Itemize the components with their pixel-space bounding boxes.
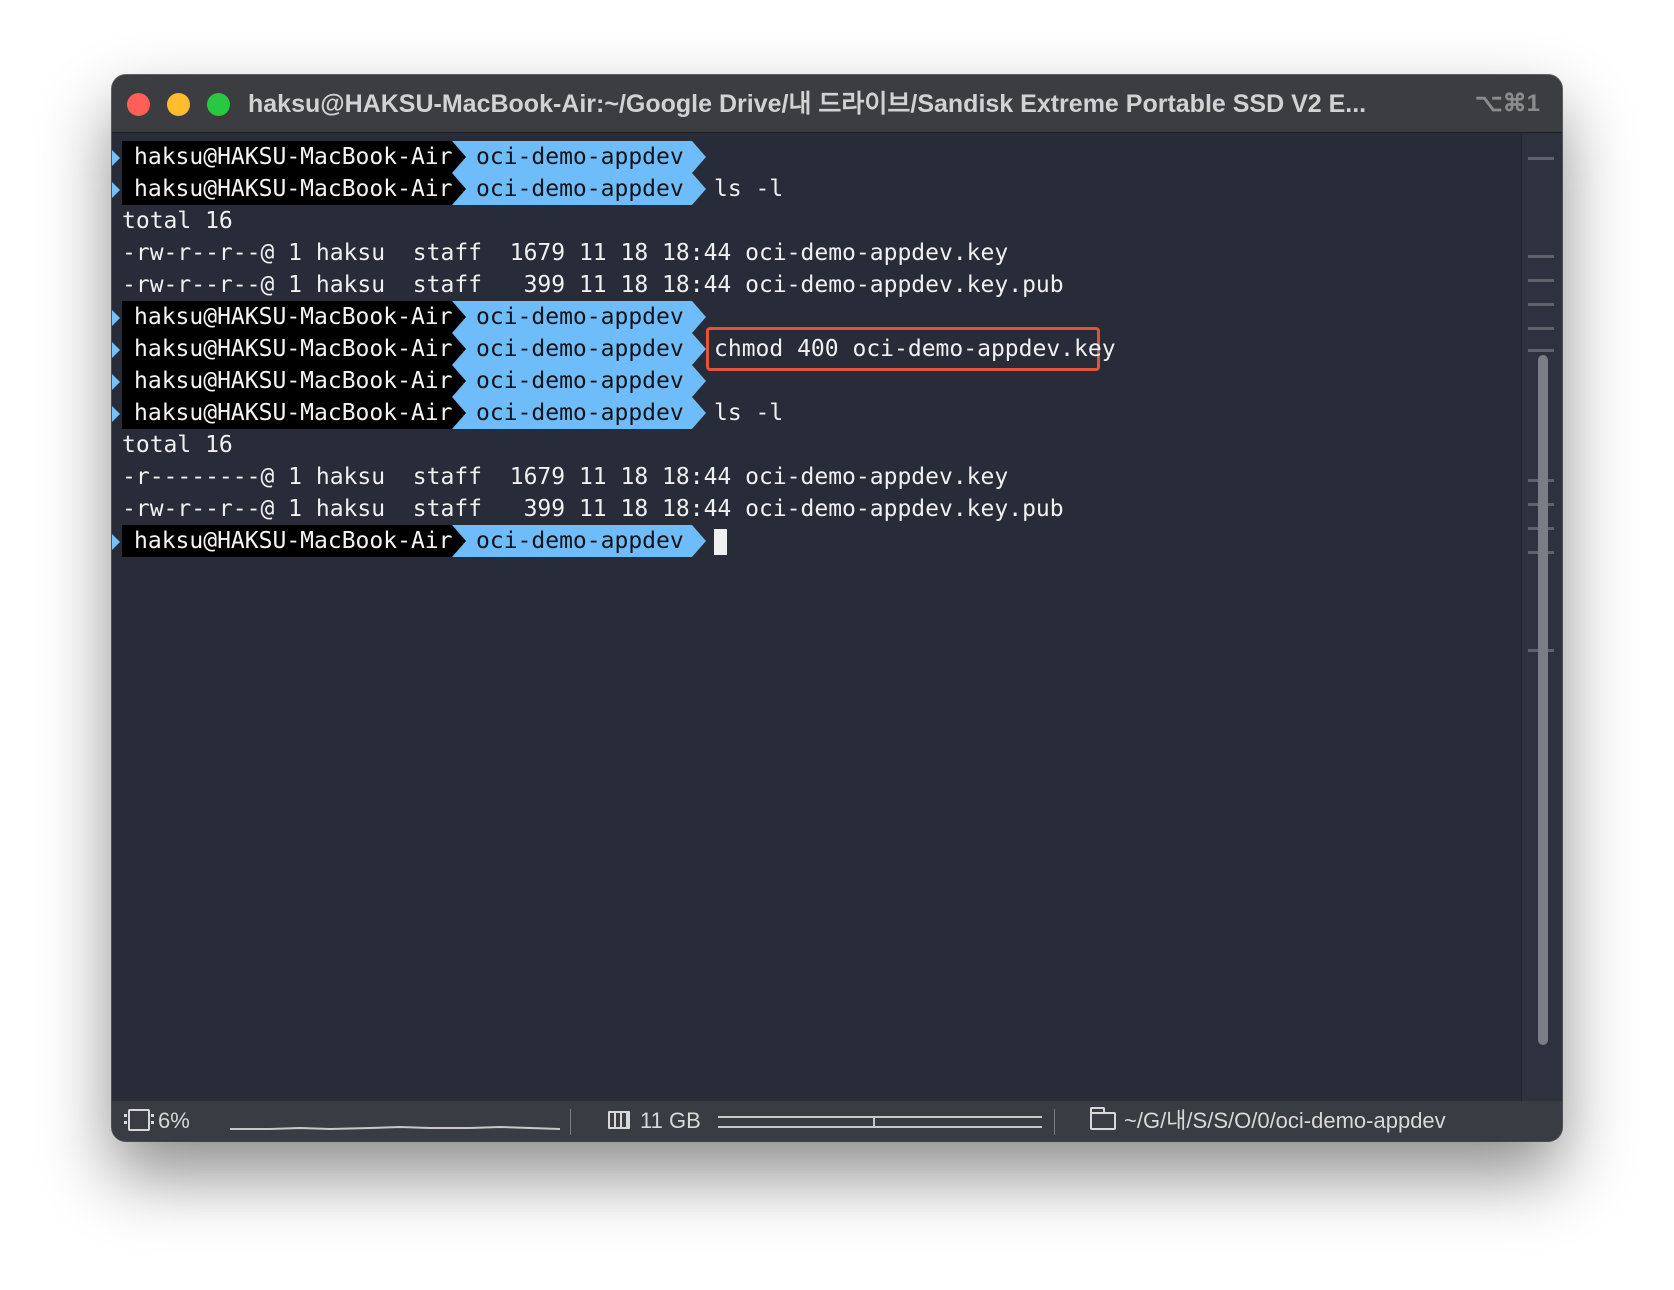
prompt-host: haksu@HAKSU-MacBook-Air — [122, 397, 453, 429]
prompt-separator — [452, 525, 466, 557]
prompt-arrow — [692, 365, 706, 397]
command-text: ls -l — [714, 400, 784, 426]
prompt-dir: oci-demo-appdev — [452, 173, 692, 205]
scroll-mark — [1528, 279, 1554, 282]
status-divider — [570, 1109, 571, 1135]
prompt-dir: oci-demo-appdev — [452, 333, 692, 365]
text-cursor[interactable] — [714, 529, 727, 555]
output-total: total 16 — [122, 432, 233, 458]
prompt-line: haksu@HAKSU-MacBook-Air oci-demo-appdev — [112, 525, 727, 557]
prompt-separator — [452, 301, 466, 333]
status-divider — [1054, 1109, 1055, 1135]
cpu-icon — [124, 1109, 154, 1131]
output-line: -r--------@ 1 haksu staff 1679 11 18 18:… — [112, 461, 1008, 493]
minimize-button[interactable] — [167, 93, 190, 116]
prompt-arrow — [692, 525, 706, 557]
output-line: -rw-r--r--@ 1 haksu staff 399 11 18 18:4… — [112, 269, 1064, 301]
prompt-dir: oci-demo-appdev — [452, 301, 692, 333]
scroll-mark — [1528, 327, 1554, 330]
prompt-caret-icon — [112, 150, 120, 166]
folder-icon — [1090, 1107, 1116, 1130]
output-file-entry: -rw-r--r--@ 1 haksu staff 399 11 18 18:4… — [122, 272, 1064, 298]
memory-gauge — [718, 1116, 1042, 1128]
prompt-dir: oci-demo-appdev — [452, 525, 692, 557]
output-total: total 16 — [122, 208, 233, 234]
prompt-host: haksu@HAKSU-MacBook-Air — [122, 301, 453, 333]
prompt-separator — [452, 141, 466, 173]
output-line: -rw-r--r--@ 1 haksu staff 399 11 18 18:4… — [112, 493, 1064, 525]
prompt-host: haksu@HAKSU-MacBook-Air — [122, 333, 453, 365]
cpu-sparkline — [230, 1125, 560, 1131]
zoom-button[interactable] — [207, 93, 230, 116]
prompt-caret-icon — [112, 534, 120, 550]
prompt-dir: oci-demo-appdev — [452, 141, 692, 173]
command-text: ls -l — [714, 176, 784, 202]
output-file-entry: -rw-r--r--@ 1 haksu staff 399 11 18 18:4… — [122, 496, 1064, 522]
current-path[interactable]: ~/G/내/S/S/O/0/oci-demo-appdev — [1124, 1101, 1446, 1141]
scroll-thumb[interactable] — [1538, 355, 1548, 1045]
prompt-line: haksu@HAKSU-MacBook-Air oci-demo-appdev … — [112, 397, 783, 429]
prompt-arrow — [692, 173, 706, 205]
prompt-caret-icon — [112, 374, 120, 390]
memory-icon — [608, 1111, 630, 1129]
scroll-mark — [1528, 255, 1554, 258]
scroll-mark — [1528, 349, 1554, 352]
prompt-host: haksu@HAKSU-MacBook-Air — [122, 525, 453, 557]
scrollbar[interactable] — [1521, 133, 1562, 1101]
prompt-dir: oci-demo-appdev — [452, 397, 692, 429]
prompt-separator — [452, 365, 466, 397]
prompt-caret-icon — [112, 310, 120, 326]
prompt-arrow — [692, 141, 706, 173]
output-line: -rw-r--r--@ 1 haksu staff 1679 11 18 18:… — [112, 237, 1008, 269]
prompt-line: haksu@HAKSU-MacBook-Air oci-demo-appdev … — [112, 173, 783, 205]
memory-usage: 11 GB — [640, 1108, 701, 1133]
command-text: chmod 400 oci-demo-appdev.key — [714, 336, 1116, 362]
prompt-caret-icon — [112, 182, 120, 198]
prompt-host: haksu@HAKSU-MacBook-Air — [122, 141, 453, 173]
prompt-line: haksu@HAKSU-MacBook-Air oci-demo-appdev — [112, 141, 706, 173]
prompt-host: haksu@HAKSU-MacBook-Air — [122, 173, 453, 205]
prompt-separator — [452, 397, 466, 429]
prompt-separator — [452, 173, 466, 205]
tab-shortcut: ⌥⌘1 — [1474, 90, 1540, 117]
prompt-host: haksu@HAKSU-MacBook-Air — [122, 365, 453, 397]
output-file-entry: -rw-r--r--@ 1 haksu staff 1679 11 18 18:… — [122, 240, 1009, 266]
prompt-dir: oci-demo-appdev — [452, 365, 692, 397]
output-file-entry: -r--------@ 1 haksu staff 1679 11 18 18:… — [122, 464, 1009, 490]
prompt-arrow — [692, 397, 706, 429]
prompt-caret-icon — [112, 406, 120, 422]
terminal-output[interactable]: haksu@HAKSU-MacBook-Air oci-demo-appdev … — [112, 133, 1522, 1101]
prompt-arrow — [692, 333, 706, 365]
scroll-mark — [1528, 303, 1554, 306]
prompt-arrow — [692, 301, 706, 333]
close-button[interactable] — [127, 93, 150, 116]
terminal-window: haksu@HAKSU-MacBook-Air:~/Google Drive/내… — [112, 75, 1562, 1141]
prompt-line: haksu@HAKSU-MacBook-Air oci-demo-appdev … — [112, 327, 1116, 371]
window-title: haksu@HAKSU-MacBook-Air:~/Google Drive/내… — [248, 90, 1367, 118]
prompt-line: haksu@HAKSU-MacBook-Air oci-demo-appdev — [112, 365, 706, 397]
prompt-separator — [452, 333, 466, 365]
status-bar: 6% 11 GB ~/G/내/S/S/O/0/oci-demo-appdev — [112, 1101, 1562, 1141]
output-line: total 16 — [112, 429, 233, 461]
scroll-mark — [1528, 157, 1554, 160]
prompt-caret-icon — [112, 342, 120, 358]
prompt-line: haksu@HAKSU-MacBook-Air oci-demo-appdev — [112, 301, 706, 333]
output-line: total 16 — [112, 205, 233, 237]
title-bar: haksu@HAKSU-MacBook-Air:~/Google Drive/내… — [112, 75, 1562, 133]
cpu-usage: 6% — [158, 1108, 190, 1133]
